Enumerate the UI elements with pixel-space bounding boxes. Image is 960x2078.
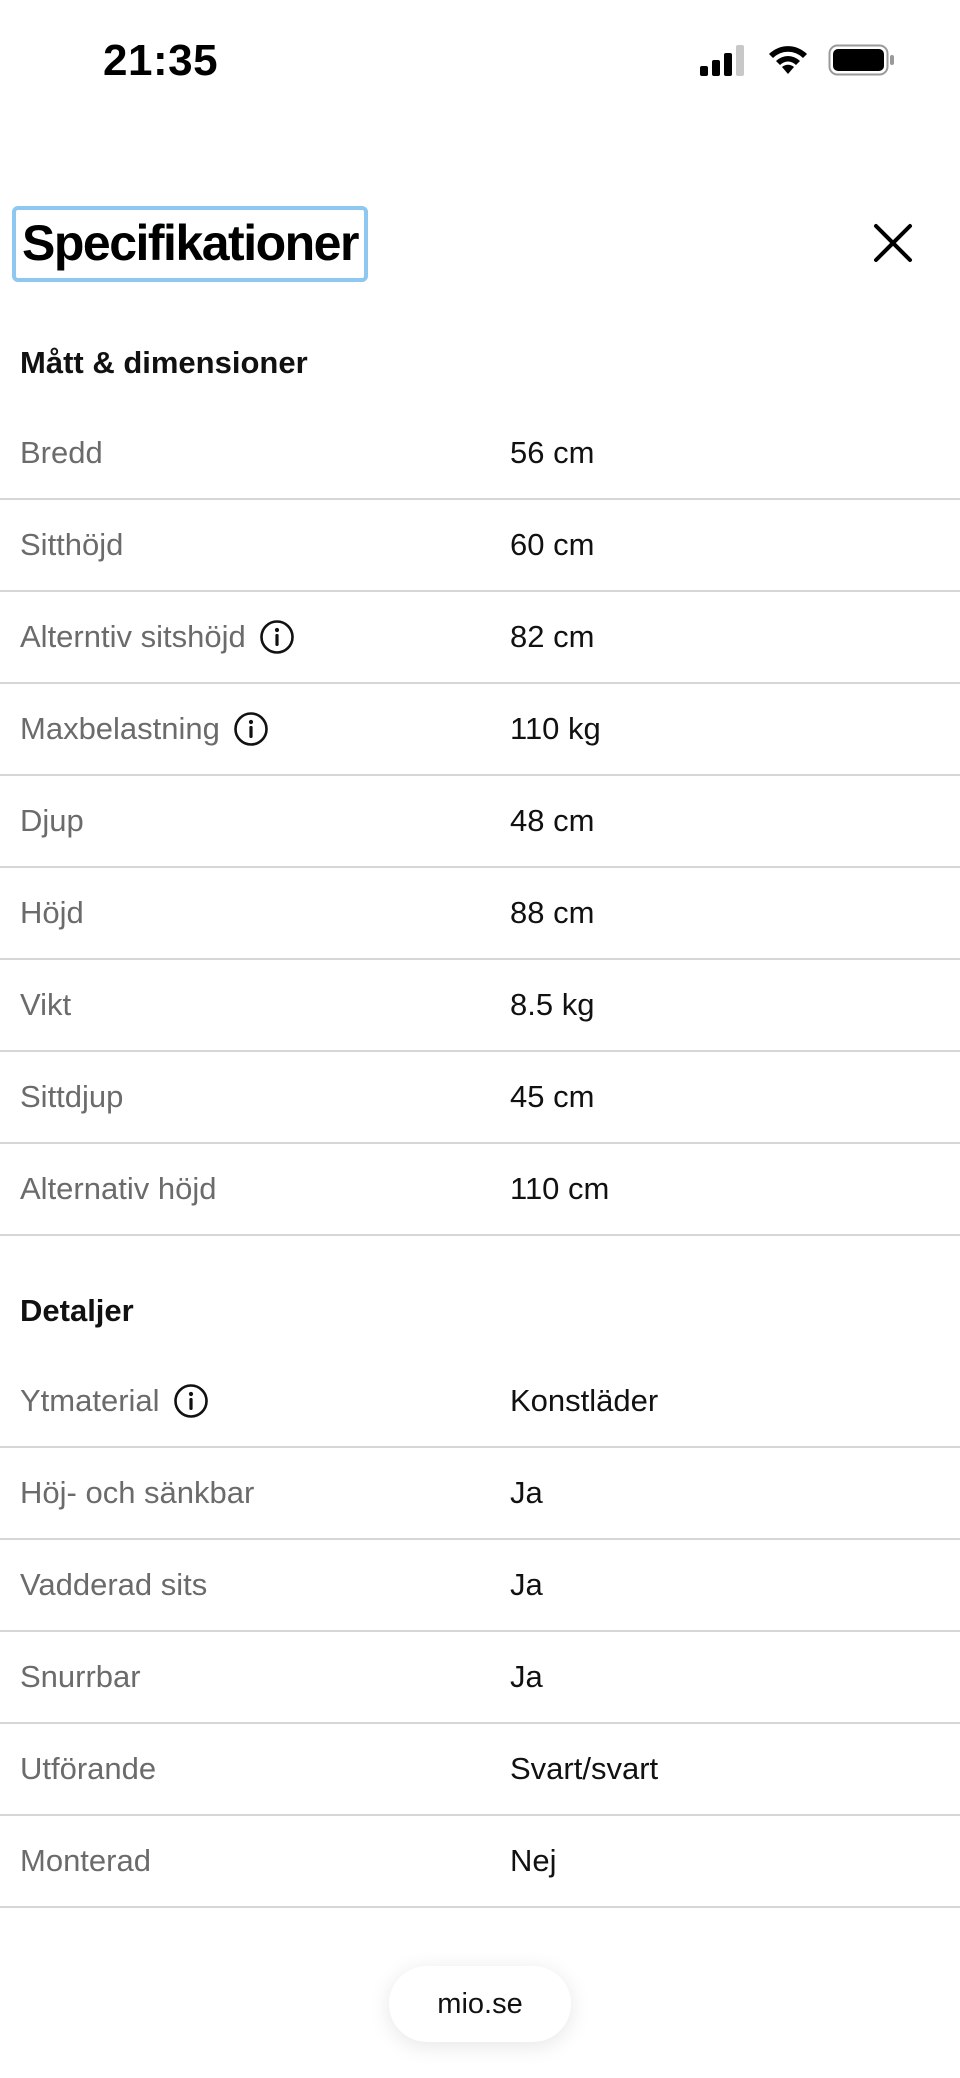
spec-label-cell: Alternativ höjd (0, 1171, 510, 1207)
spec-row: Monterad Nej (0, 1816, 960, 1908)
spec-label: Alterntiv sitshöjd (20, 619, 246, 654)
spec-label-cell: Bredd (0, 435, 510, 471)
spec-label: Djup (20, 803, 84, 838)
spec-label: Höjd (20, 895, 84, 930)
spec-label: Höj- och sänkbar (20, 1475, 255, 1510)
info-icon[interactable] (258, 618, 296, 656)
spec-label-cell: Maxbelastning (0, 710, 510, 748)
spec-label-cell: Monterad (0, 1843, 510, 1879)
spec-label: Alternativ höjd (20, 1171, 217, 1206)
spec-label-cell: Alterntiv sitshöjd (0, 618, 510, 656)
section-title: Detaljer (20, 1293, 134, 1328)
status-time: 21:35 (103, 36, 219, 85)
spec-list: Ytmaterial Konstläder Höj- och sänkbar Ja Va… (0, 1356, 960, 1908)
spec-label: Utförande (20, 1751, 157, 1786)
signal-icon (700, 44, 748, 81)
wifi-icon (766, 44, 810, 81)
spec-label: Sitthöjd (20, 527, 124, 562)
spec-label-cell: Vikt (0, 987, 510, 1023)
header: Specifikationer (0, 200, 960, 290)
spec-value: Konstläder (510, 1383, 659, 1418)
spec-row: Sitthöjd 60 cm (0, 500, 960, 592)
spec-row: Djup 48 cm (0, 776, 960, 868)
spec-value: Ja (510, 1659, 543, 1694)
spec-value: 110 kg (510, 711, 601, 746)
spec-row: Höjd 88 cm (0, 868, 960, 960)
spec-label-cell: Vadderad sits (0, 1567, 510, 1603)
spec-list: Bredd 56 cm Sitthöjd 60 cm Alterntiv sitshöj… (0, 408, 960, 1236)
spec-value: 48 cm (510, 803, 595, 838)
spec-value: 110 cm (510, 1171, 610, 1206)
spec-row: Snurrbar Ja (0, 1632, 960, 1724)
spec-row: Sittdjup 45 cm (0, 1052, 960, 1144)
info-icon[interactable] (232, 710, 270, 748)
info-icon[interactable] (172, 1382, 210, 1420)
status-bar: 21:35 (0, 0, 960, 130)
spec-label: Ytmaterial (20, 1383, 160, 1418)
spec-label: Maxbelastning (20, 711, 220, 746)
spec-row: Vadderad sits Ja (0, 1540, 960, 1632)
url-bar[interactable]: mio.se (389, 1966, 571, 2042)
spec-row: Höj- och sänkbar Ja (0, 1448, 960, 1540)
close-button[interactable] (866, 218, 920, 272)
spec-value: 82 cm (510, 619, 595, 654)
spec-value: Ja (510, 1475, 543, 1510)
spec-row: Vikt 8.5 kg (0, 960, 960, 1052)
spec-label: Monterad (20, 1843, 151, 1878)
spec-row: Bredd 56 cm (0, 408, 960, 500)
spec-label-cell: Snurrbar (0, 1659, 510, 1695)
spec-row: Alternativ höjd 110 cm (0, 1144, 960, 1236)
spec-value: 88 cm (510, 895, 595, 930)
section-details: Detaljer Ytmaterial Konstläder Höj- och sä… (0, 1266, 960, 1908)
spec-label: Sittdjup (20, 1079, 124, 1114)
spec-value: Ja (510, 1567, 543, 1602)
spec-value: 8.5 kg (510, 987, 595, 1022)
spec-label-cell: Sittdjup (0, 1079, 510, 1115)
status-icons (700, 44, 896, 81)
spec-row: Maxbelastning 110 kg (0, 684, 960, 776)
battery-icon (828, 44, 896, 81)
close-icon (873, 223, 913, 268)
spec-row: Alterntiv sitshöjd 82 cm (0, 592, 960, 684)
spec-label-cell: Ytmaterial (0, 1382, 510, 1420)
spec-label: Vadderad sits (20, 1567, 208, 1602)
spec-value: 45 cm (510, 1079, 595, 1114)
section-dimensions: Mått & dimensioner Bredd 56 cm Sitthöjd 60 … (0, 318, 960, 1236)
spec-label: Snurrbar (20, 1659, 141, 1694)
spec-value: 60 cm (510, 527, 595, 562)
spec-row: Utförande Svart/svart (0, 1724, 960, 1816)
section-title: Mått & dimensioner (20, 345, 308, 380)
spec-label: Bredd (20, 435, 103, 470)
spec-label-cell: Sitthöjd (0, 527, 510, 563)
spec-value: Nej (510, 1843, 557, 1878)
spec-label-cell: Höjd (0, 895, 510, 931)
page-title: Specifikationer (12, 206, 368, 282)
spec-value: Svart/svart (510, 1751, 659, 1786)
spec-label: Vikt (20, 987, 72, 1022)
spec-label-cell: Utförande (0, 1751, 510, 1787)
spec-label-cell: Djup (0, 803, 510, 839)
spec-label-cell: Höj- och sänkbar (0, 1475, 510, 1511)
spec-value: 56 cm (510, 435, 595, 470)
spec-row: Ytmaterial Konstläder (0, 1356, 960, 1448)
